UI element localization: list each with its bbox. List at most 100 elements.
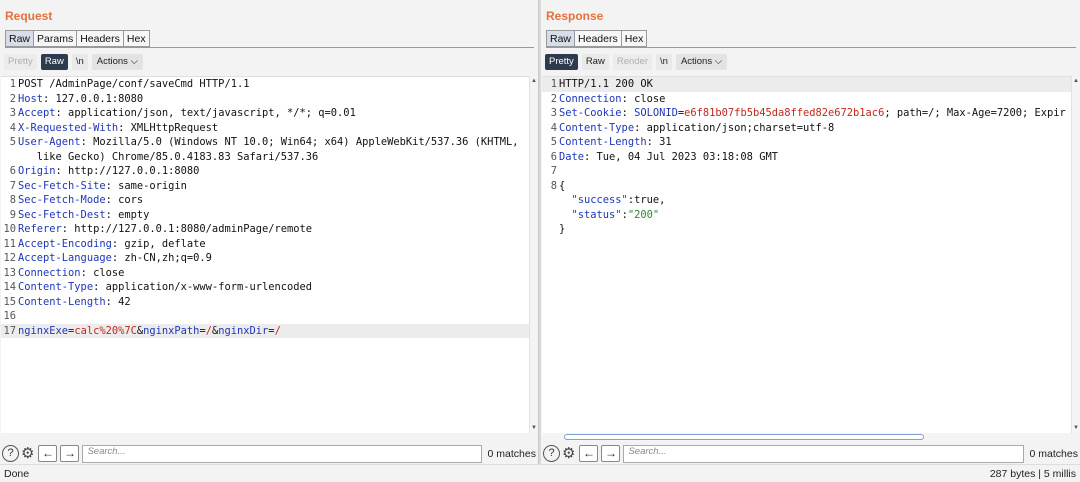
- header-value: : XMLHttpRequest: [118, 121, 219, 134]
- scrollbar-thumb[interactable]: [564, 434, 924, 440]
- pretty-button[interactable]: Pretty: [545, 54, 578, 70]
- tab-raw[interactable]: Raw: [5, 30, 35, 47]
- json-value: true: [634, 194, 660, 206]
- header-value: : same-origin: [105, 179, 187, 192]
- line-text: }: [559, 223, 566, 235]
- scroll-down-arrow-icon[interactable]: ▼: [1073, 425, 1079, 431]
- tab-headers[interactable]: Headers: [77, 30, 124, 47]
- actions-dropdown[interactable]: Actions ⌵: [91, 54, 143, 70]
- header-value: : http://127.0.0.1:8080/adminPage/remote: [61, 223, 313, 235]
- tab-raw[interactable]: Raw: [546, 30, 576, 47]
- pretty-button[interactable]: Pretty: [4, 54, 37, 70]
- arrow-right-icon[interactable]: →: [60, 445, 80, 462]
- header-name: Host: [18, 92, 44, 105]
- code-line: 2 Connection: close: [542, 92, 1071, 107]
- response-editor[interactable]: 1 HTTP/1.1 200 OK 2 Connection: close 3 Set-C…: [542, 76, 1071, 433]
- param-value: calc%20%7C: [74, 324, 137, 337]
- line-number: 7: [550, 165, 557, 177]
- code-line: 1 HTTP/1.1 200 OK: [542, 77, 1071, 92]
- code-line: 5 Content-Length: 31: [542, 135, 1071, 150]
- line-number: 13: [3, 266, 16, 279]
- header-value: : http://127.0.0.1:8080: [55, 165, 200, 177]
- actions-dropdown[interactable]: Actions ⌵: [675, 54, 727, 70]
- tabs-divider: [546, 47, 1076, 48]
- arrow-left-icon[interactable]: ←: [38, 445, 58, 462]
- header-value: : application/json, text/javascript, */*…: [55, 107, 356, 119]
- tab-hex[interactable]: Hex: [621, 30, 648, 47]
- code-line: "status":"200": [542, 208, 1071, 223]
- match-count: 0 matches: [1029, 447, 1078, 460]
- code-line: 17 nginxExe=calc%20%7C&nginxPath=/&nginxD…: [1, 323, 529, 338]
- header-value: : Mozilla/5.0 (Windows NT 10.0; Win64; x…: [80, 136, 519, 148]
- header-name: Accept: [18, 107, 56, 119]
- request-title: Request: [5, 9, 53, 23]
- header-name: Sec-Fetch-Site: [18, 179, 106, 192]
- raw-button[interactable]: Raw: [40, 54, 68, 70]
- search-input[interactable]: Search...: [82, 444, 482, 463]
- code-line: 13 Connection: close: [1, 266, 529, 281]
- json-key: "success": [571, 194, 628, 206]
- line-text: HTTP/1.1 200 OK: [559, 78, 653, 90]
- header-value: : Tue, 04 Jul 2023 03:18:08 GMT: [584, 150, 778, 163]
- search-input[interactable]: Search...: [623, 444, 1024, 463]
- cookie-value: e6f81b07fb5b45da8ffed82e672b1ac6: [684, 107, 885, 119]
- line-number: 2: [550, 92, 557, 105]
- param-name: nginxPath: [143, 324, 200, 337]
- chevron-down-icon: ⌵: [130, 56, 138, 67]
- line-number: 1: [9, 78, 16, 90]
- code-line: 6 Origin: http://127.0.0.1:8080: [1, 164, 529, 179]
- code-line: 5 User-Agent: Mozilla/5.0 (Windows NT 10.…: [1, 135, 529, 150]
- scroll-up-arrow-icon[interactable]: ▲: [531, 78, 537, 84]
- line-number: 3: [550, 107, 557, 119]
- cookie-attributes: ; path=/; Max-Age=7200; Expir: [884, 107, 1066, 119]
- line-number: 17: [3, 324, 16, 337]
- header-name: Sec-Fetch-Mode: [18, 194, 106, 206]
- request-vertical-scrollbar[interactable]: ▲ ▼: [529, 76, 538, 433]
- header-value: : close: [621, 92, 666, 105]
- header-name: Content-Type: [559, 121, 635, 134]
- newline-toggle-button[interactable]: \n: [656, 54, 672, 70]
- newline-toggle-button[interactable]: \n: [71, 54, 88, 70]
- status-bar: Done 287 bytes | 5 millis: [0, 464, 1080, 482]
- render-button[interactable]: Render: [612, 54, 652, 70]
- scroll-up-arrow-icon[interactable]: ▲: [1073, 78, 1079, 84]
- arrow-left-icon[interactable]: ←: [579, 445, 599, 462]
- tab-params[interactable]: Params: [34, 30, 78, 47]
- header-name: Connection: [18, 266, 81, 279]
- help-icon[interactable]: ?: [2, 445, 19, 462]
- line-number: 7: [9, 179, 16, 192]
- response-vertical-scrollbar[interactable]: ▲ ▼: [1071, 76, 1080, 433]
- code-line: 14 Content-Type: application/x-www-form-u…: [1, 280, 529, 295]
- request-editor[interactable]: 1 POST /AdminPage/conf/saveCmd HTTP/1.1 2 H…: [1, 76, 529, 433]
- header-value: : cors: [105, 194, 144, 206]
- tab-headers[interactable]: Headers: [575, 30, 622, 47]
- line-number: 2: [9, 92, 16, 105]
- line-number: 6: [9, 165, 16, 177]
- tab-hex[interactable]: Hex: [123, 30, 150, 47]
- response-stats: 287 bytes | 5 millis: [989, 468, 1076, 480]
- param-name: nginxExe: [18, 324, 69, 337]
- settings-icon[interactable]: ⚙: [562, 445, 575, 462]
- header-name: X-Requested-With: [18, 121, 119, 134]
- scroll-down-arrow-icon[interactable]: ▼: [531, 425, 537, 431]
- header-name: Accept-Language: [18, 252, 112, 264]
- response-horizontal-scrollbar[interactable]: [542, 433, 1071, 441]
- raw-button[interactable]: Raw: [581, 54, 609, 70]
- actions-label: Actions: [96, 56, 128, 67]
- code-line: }: [542, 222, 1071, 237]
- code-line: 8{: [542, 179, 1071, 194]
- request-pane: Request Raw Params Headers Hex Pretty Ra…: [0, 0, 538, 464]
- header-name: Referer: [18, 223, 62, 235]
- arrow-right-icon[interactable]: →: [601, 445, 621, 462]
- code-line: 3 Set-Cookie: SOLONID=e6f81b07fb5b45da8ff…: [542, 106, 1071, 121]
- header-value: : 31: [646, 136, 672, 148]
- line-number: 4: [9, 121, 16, 134]
- response-tabs: Raw Headers Hex: [546, 30, 648, 47]
- header-name: Date: [559, 150, 585, 163]
- header-value: : close: [80, 266, 125, 279]
- settings-icon[interactable]: ⚙: [21, 445, 34, 462]
- code-line: 7 Sec-Fetch-Site: same-origin: [1, 179, 529, 194]
- help-icon[interactable]: ?: [543, 445, 560, 462]
- line-number: 10: [3, 223, 16, 235]
